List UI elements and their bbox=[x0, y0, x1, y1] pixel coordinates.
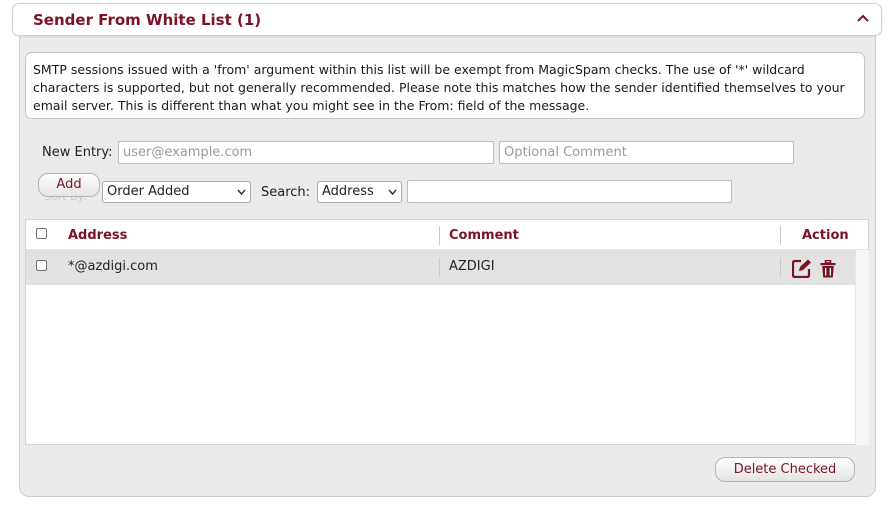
add-button-label: Add bbox=[56, 177, 82, 192]
column-divider bbox=[439, 226, 440, 245]
search-field-select[interactable]: Address bbox=[317, 181, 402, 203]
column-header-action: Action bbox=[802, 228, 849, 243]
comment-input[interactable] bbox=[499, 141, 794, 164]
section-header[interactable]: Sender From White List (1) bbox=[12, 3, 882, 36]
sort-select-value: Order Added bbox=[107, 184, 190, 199]
sort-select[interactable]: Order Added bbox=[102, 181, 251, 203]
row-checkbox[interactable] bbox=[36, 260, 47, 271]
address-input[interactable] bbox=[118, 141, 494, 164]
new-entry-label: New Entry: bbox=[42, 145, 113, 160]
table-row[interactable]: *@azdigi.com AZDIGI bbox=[26, 250, 855, 285]
select-all-checkbox[interactable] bbox=[36, 228, 47, 239]
chevron-down-icon bbox=[237, 189, 246, 196]
info-box: SMTP sessions issued with a 'from' argum… bbox=[25, 52, 865, 119]
column-divider bbox=[780, 258, 781, 276]
column-header-comment[interactable]: Comment bbox=[449, 228, 519, 243]
add-button[interactable]: Add bbox=[38, 173, 100, 197]
search-input[interactable] bbox=[407, 180, 732, 203]
chevron-up-icon[interactable] bbox=[855, 8, 871, 28]
column-divider bbox=[780, 226, 781, 245]
delete-checked-button[interactable]: Delete Checked bbox=[715, 457, 855, 482]
delete-checked-label: Delete Checked bbox=[733, 462, 837, 477]
section-title: Sender From White List (1) bbox=[33, 11, 262, 29]
trash-icon[interactable] bbox=[820, 260, 836, 278]
edit-icon[interactable] bbox=[792, 259, 812, 278]
table-scrollbar[interactable] bbox=[855, 250, 869, 445]
chevron-down-icon bbox=[388, 189, 397, 196]
row-comment: AZDIGI bbox=[449, 259, 495, 274]
column-header-address[interactable]: Address bbox=[68, 228, 127, 243]
search-label: Search: bbox=[261, 185, 311, 200]
row-address: *@azdigi.com bbox=[68, 259, 158, 274]
search-field-value: Address bbox=[322, 184, 374, 199]
info-text: SMTP sessions issued with a 'from' argum… bbox=[33, 62, 845, 113]
table-header: Address Comment Action bbox=[26, 220, 868, 250]
column-divider bbox=[439, 258, 440, 276]
whitelist-table: Address Comment Action *@azdigi.com AZDI… bbox=[25, 219, 869, 445]
